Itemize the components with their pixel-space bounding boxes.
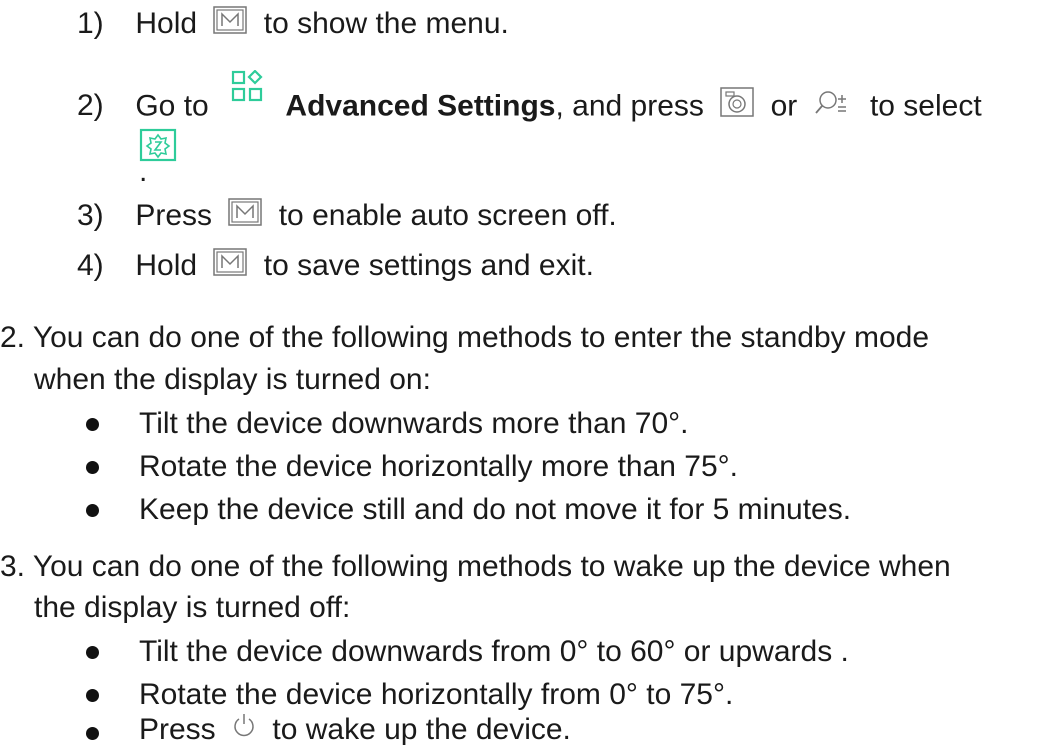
step-text-pre: Press (135, 199, 213, 232)
substep-2-period: . (139, 152, 147, 192)
bullet-text: Keep the device still and do not move it… (139, 493, 852, 526)
list-item-3-line2: the display is turned off: (34, 588, 350, 628)
step-number: 3) (77, 199, 104, 232)
bullet-dot (86, 689, 99, 702)
m-button-icon (213, 5, 248, 45)
bullet-dot (86, 461, 99, 474)
substep-4: 4) Hold to save settings and exit. (77, 246, 594, 287)
list-item-2: 2. You can do one of the following metho… (0, 318, 929, 358)
bullet-text-post: to wake up the device. (272, 713, 571, 746)
bullet-item: Tilt the device downwards more than 70°. (139, 404, 689, 444)
item-text-line1: You can do one of the following methods … (32, 550, 951, 583)
m-button-icon (213, 247, 248, 287)
step-number: 2) (77, 89, 104, 123)
step-text-post: to show the menu. (263, 7, 509, 40)
step-text-post: to enable auto screen off. (278, 199, 617, 232)
bullet-item: Keep the device still and do not move it… (139, 490, 851, 530)
bullet-text: Rotate the device horizontally more than… (139, 450, 739, 483)
or-text: or (770, 89, 798, 123)
power-icon (230, 711, 258, 751)
item-text-line2: the display is turned off: (34, 591, 351, 624)
substep-3: 3) Press to enable auto screen off. (77, 196, 617, 237)
bullet-dot (86, 504, 99, 517)
bullet-text: Rotate the device horizontally from 0° t… (139, 678, 734, 711)
bullet-text: Tilt the device downwards from 0° to 60°… (139, 635, 849, 668)
step-text-post: to save settings and exit. (263, 249, 594, 282)
bullet-item: Rotate the device horizontally from 0° t… (139, 675, 733, 715)
step-number: 4) (77, 249, 104, 282)
substep-1: 1) Hold to show the menu. (77, 4, 509, 45)
bullet-item: Tilt the device downwards from 0° to 60°… (139, 632, 849, 672)
bullet-dot (86, 727, 99, 740)
bullet-item: Rotate the device horizontally more than… (139, 447, 738, 487)
m-button-icon (228, 197, 263, 237)
step-text-pre: Hold (135, 7, 198, 40)
bullet-dot (86, 418, 99, 431)
bullet-dot (86, 646, 99, 659)
item-number: 3. (0, 550, 26, 583)
bullet-text: Tilt the device downwards more than 70°. (139, 407, 689, 440)
substep-2: 2) Go to Advanced Settings, and press or… (77, 69, 982, 129)
advanced-settings-icon (231, 69, 263, 113)
item-text-line2: when the display is turned on: (34, 363, 431, 396)
list-item-2-line2: when the display is turned on: (34, 360, 431, 400)
step-text-mid: , and press (555, 89, 704, 123)
step-text-pre: Go to (135, 89, 209, 123)
item-number: 2. (0, 321, 26, 354)
item-text-line1: You can do one of the following methods … (32, 321, 930, 354)
advanced-settings-label: Advanced Settings (285, 89, 556, 123)
list-item-3: 3. You can do one of the following metho… (0, 547, 951, 587)
bullet-text-pre: Press (139, 713, 216, 746)
step-text-post: to select (869, 89, 982, 123)
step-text-pre: Hold (135, 249, 198, 282)
period-text: . (139, 155, 148, 188)
zoom-button-icon (814, 88, 854, 128)
step-number: 1) (77, 7, 104, 40)
bullet-item: Press to wake up the device. (139, 710, 571, 751)
camera-button-icon (720, 87, 754, 128)
